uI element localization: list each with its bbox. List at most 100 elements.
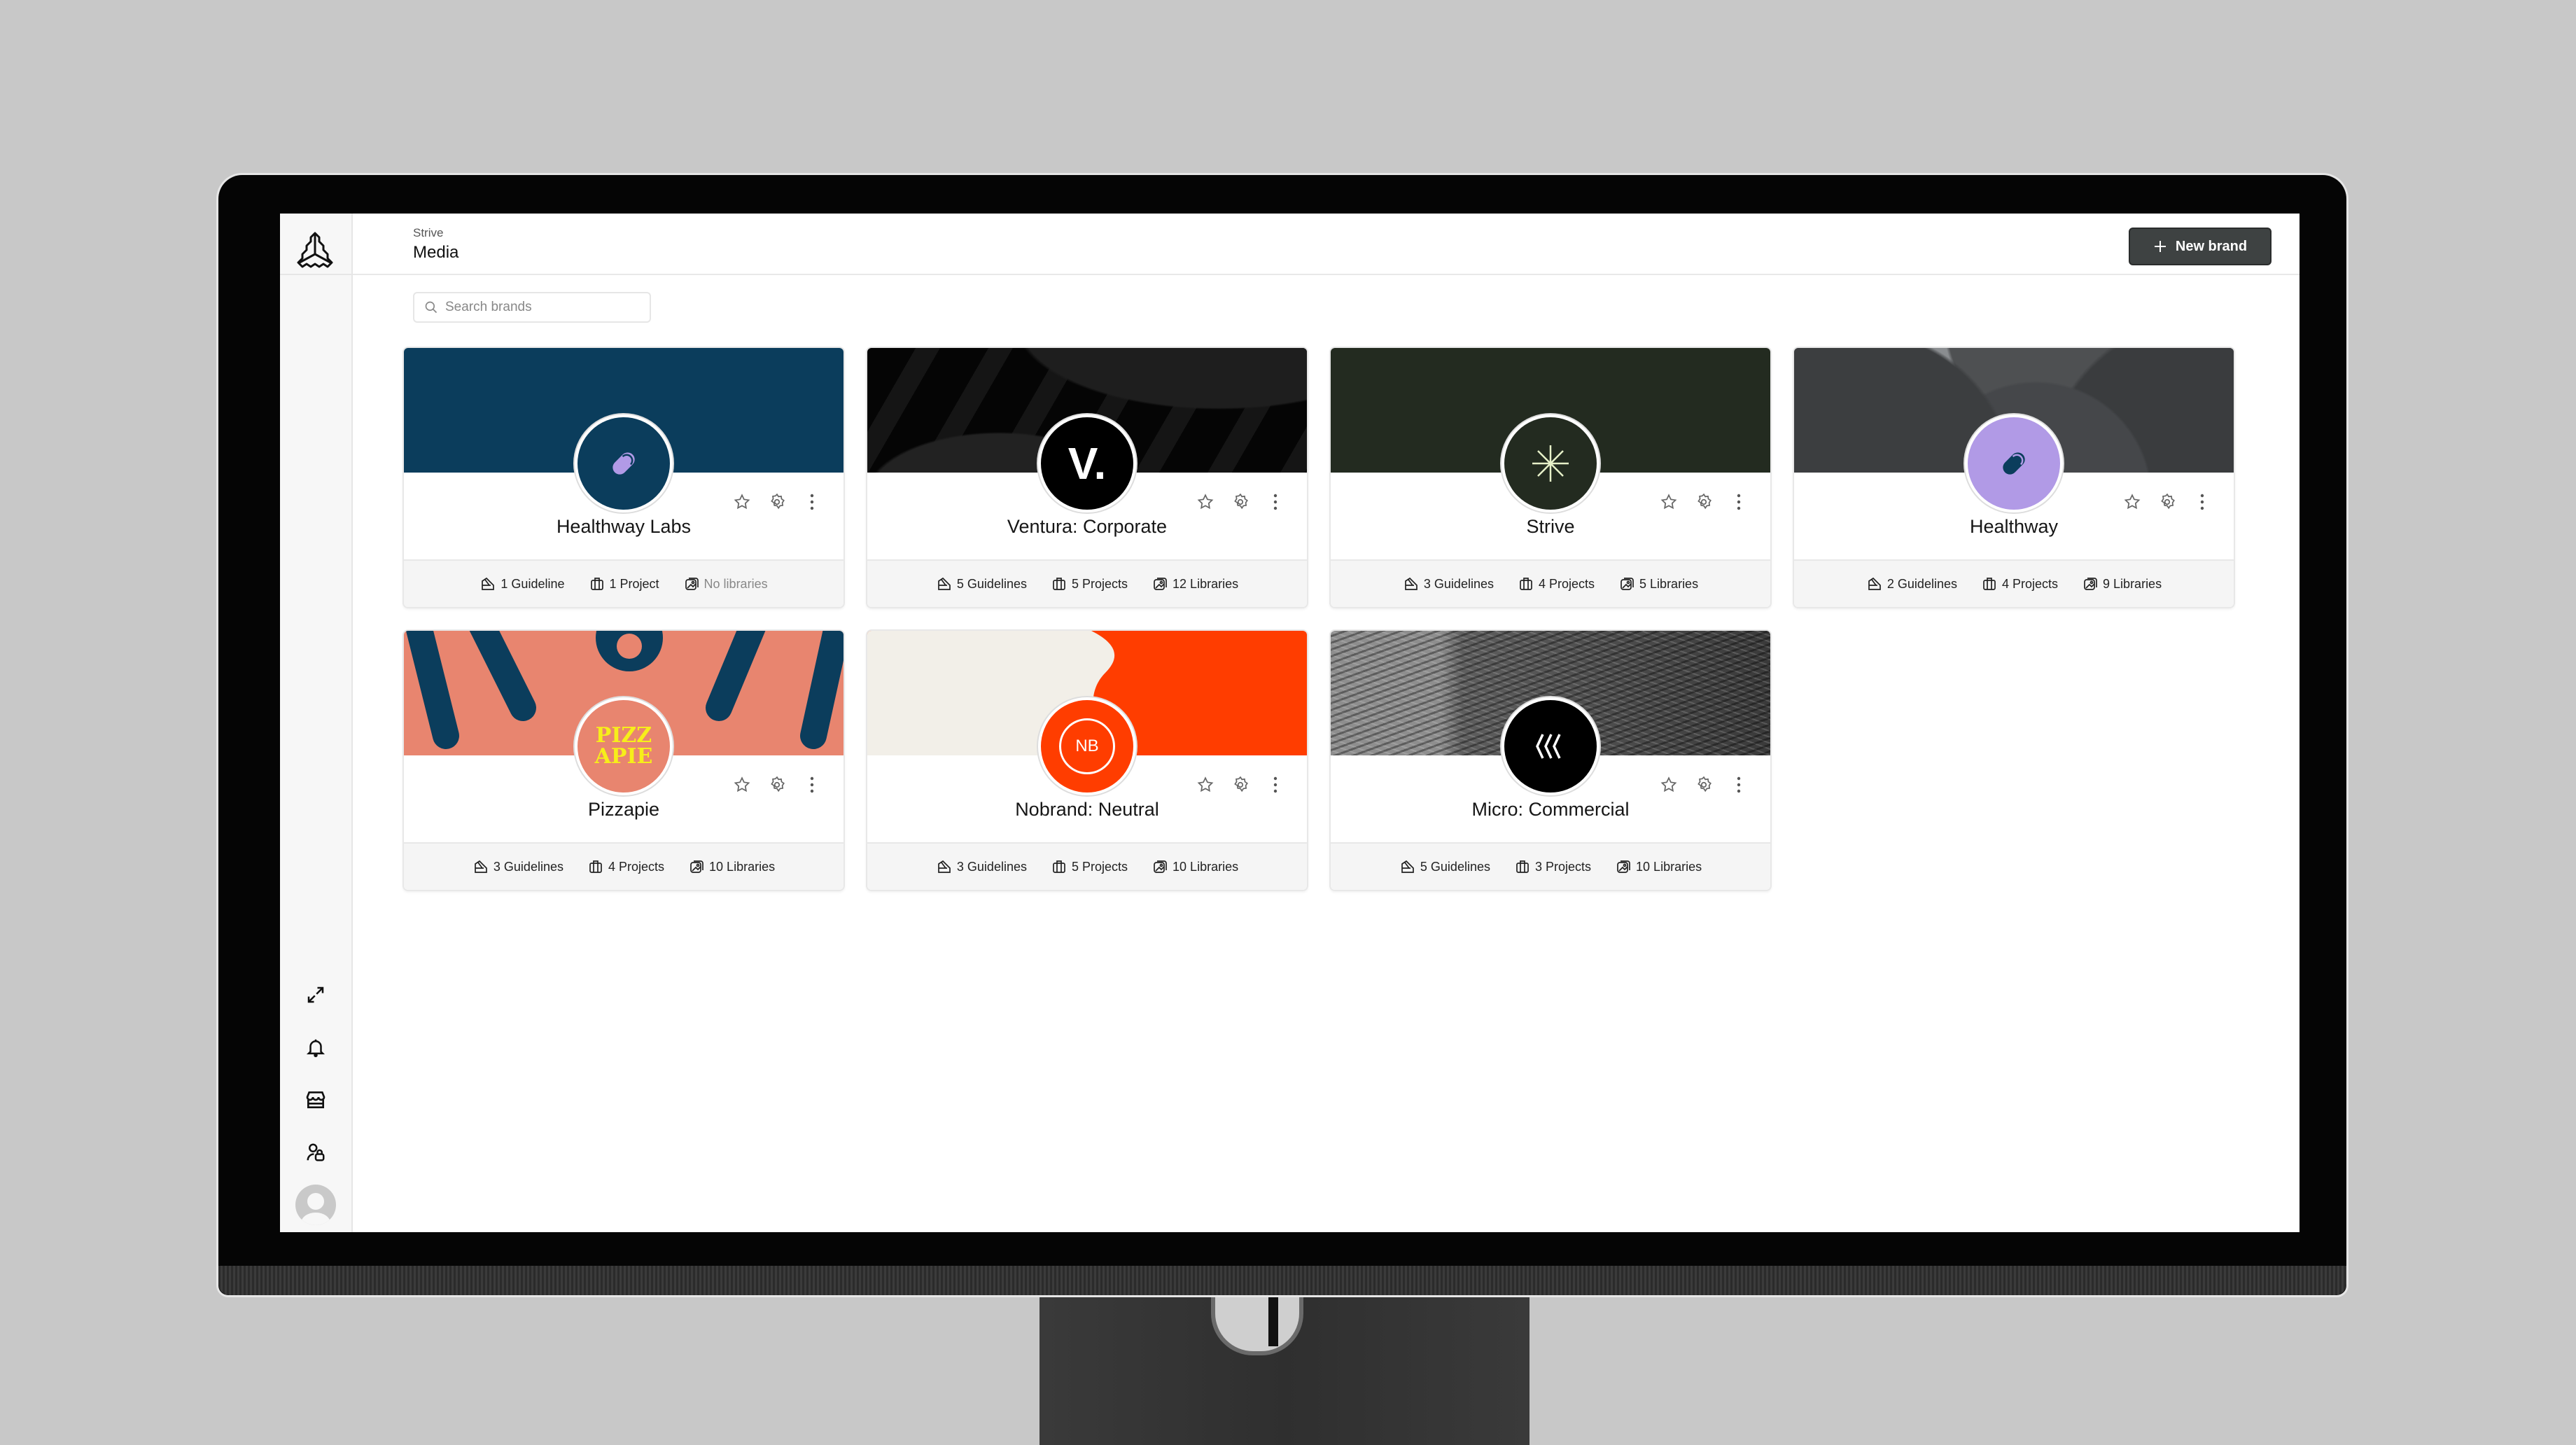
projects-count[interactable]: 5 Projects: [1051, 575, 1128, 592]
search-input[interactable]: [444, 299, 636, 316]
more-options-button[interactable]: [1728, 774, 1749, 795]
briefcase-icon: [1516, 860, 1529, 873]
projects-count[interactable]: 1 Project: [589, 575, 659, 592]
briefcase-icon: [1983, 578, 1996, 590]
projects-count[interactable]: 5 Projects: [1051, 858, 1128, 875]
new-brand-button[interactable]: New brand: [2129, 228, 2272, 265]
new-brand-label: New brand: [2175, 238, 2248, 254]
brand-logo: PIZZ APIE: [575, 697, 673, 795]
guidelines-count[interactable]: 3 Guidelines: [936, 858, 1027, 875]
more-options-button[interactable]: [1265, 491, 1286, 512]
library-icon: [1154, 578, 1167, 590]
more-options-button[interactable]: [802, 491, 822, 512]
header: Strive Media New brand: [353, 214, 2300, 275]
brand-card-healthway-labs[interactable]: Healthway Labs 1 Guideline 1 Project No …: [402, 347, 845, 608]
guidelines-label: 3 Guidelines: [493, 859, 564, 874]
libraries-count[interactable]: 10 Libraries: [688, 858, 775, 875]
guideline-icon: [1401, 860, 1414, 873]
breadcrumb[interactable]: Strive: [413, 226, 443, 240]
access-button[interactable]: [280, 1126, 351, 1178]
notifications-button[interactable]: [280, 1021, 351, 1073]
favorite-button[interactable]: [1195, 774, 1216, 795]
gear-icon: [2161, 493, 2175, 510]
brand-name[interactable]: Healthway Labs: [404, 516, 844, 538]
bell-icon: [306, 1039, 326, 1057]
brand-card-pizzapie[interactable]: PIZZ APIE Pizzapie 3 Guidelines 4 Project…: [402, 629, 845, 891]
settings-button[interactable]: [766, 774, 788, 795]
settings-button[interactable]: [1230, 491, 1251, 512]
more-options-button[interactable]: [1265, 774, 1286, 795]
favorite-button[interactable]: [1658, 774, 1679, 795]
brand-stats: 3 Guidelines 4 Projects 10 Libraries: [404, 842, 844, 890]
projects-count[interactable]: 4 Projects: [1518, 575, 1595, 592]
favorite-button[interactable]: [732, 491, 752, 512]
expand-button[interactable]: [280, 968, 351, 1021]
brand-name[interactable]: Pizzapie: [404, 799, 844, 821]
favorite-button[interactable]: [1658, 491, 1679, 512]
settings-button[interactable]: [1230, 774, 1251, 795]
briefcase-icon: [1520, 578, 1532, 590]
brand-name[interactable]: Ventura: Corporate: [867, 516, 1307, 538]
more-vertical-icon: [1737, 494, 1741, 510]
gear-icon: [1698, 776, 1712, 793]
projects-count[interactable]: 3 Projects: [1514, 858, 1591, 875]
store-button[interactable]: [280, 1073, 351, 1126]
guidelines-count[interactable]: 3 Guidelines: [1403, 575, 1494, 592]
search-box[interactable]: [413, 292, 651, 323]
star-icon: [1660, 776, 1677, 793]
guidelines-count[interactable]: 3 Guidelines: [472, 858, 564, 875]
guidelines-count[interactable]: 5 Guidelines: [1399, 858, 1490, 875]
star-icon: [734, 494, 750, 510]
gear-icon: [1234, 493, 1248, 510]
favorite-button[interactable]: [732, 774, 752, 795]
favorite-button[interactable]: [1195, 491, 1216, 512]
settings-button[interactable]: [1693, 774, 1714, 795]
more-options-button[interactable]: [2192, 491, 2213, 512]
brand-name[interactable]: Strive: [1331, 516, 1770, 538]
guideline-icon: [938, 577, 951, 590]
brand-name[interactable]: Micro: Commercial: [1331, 799, 1770, 821]
guidelines-count[interactable]: 2 Guidelines: [1866, 575, 1957, 592]
account-button[interactable]: [280, 1178, 351, 1231]
guideline-icon: [482, 577, 495, 590]
favorite-button[interactable]: [2122, 491, 2143, 512]
guidelines-count[interactable]: 1 Guideline: [479, 575, 565, 592]
brand-card-micro-commercial[interactable]: Micro: Commercial 5 Guidelines 3 Project…: [1329, 629, 1772, 891]
more-options-button[interactable]: [802, 774, 822, 795]
libraries-count[interactable]: 10 Libraries: [1152, 858, 1238, 875]
settings-button[interactable]: [2157, 491, 2178, 512]
libraries-count[interactable]: 10 Libraries: [1615, 858, 1702, 875]
guidelines-label: 2 Guidelines: [1886, 576, 1957, 591]
brand-name[interactable]: Healthway: [1794, 516, 2234, 538]
libraries-count[interactable]: 5 Libraries: [1618, 575, 1698, 592]
guideline-icon: [1405, 577, 1418, 590]
brand-card-nobrand-neutral[interactable]: NB Nobrand: Neutral 3 Guidelines 5 Proje…: [866, 629, 1308, 891]
settings-button[interactable]: [1693, 491, 1714, 512]
star-icon: [1197, 494, 1214, 510]
more-options-button[interactable]: [1728, 491, 1749, 512]
projects-count[interactable]: 4 Projects: [1981, 575, 2058, 592]
brand-card-strive[interactable]: Strive 3 Guidelines 4 Projects 5 Librari…: [1329, 347, 1772, 608]
library-icon: [1154, 860, 1167, 873]
brand-stats: 3 Guidelines 4 Projects 5 Libraries: [1331, 559, 1770, 607]
star-icon: [1660, 494, 1677, 510]
gear-icon: [771, 776, 785, 793]
libraries-label: 5 Libraries: [1639, 576, 1699, 591]
brand-name[interactable]: Nobrand: Neutral: [867, 799, 1307, 821]
brand-stats: 5 Guidelines 5 Projects 12 Libraries: [867, 559, 1307, 607]
guidelines-count[interactable]: 5 Guidelines: [936, 575, 1027, 592]
libraries-label: 10 Libraries: [709, 859, 776, 874]
libraries-label: 10 Libraries: [1172, 859, 1239, 874]
libraries-count[interactable]: No libraries: [683, 575, 768, 592]
settings-button[interactable]: [766, 491, 788, 512]
brand-stats: 2 Guidelines 4 Projects 9 Libraries: [1794, 559, 2234, 607]
star-icon: [734, 776, 750, 793]
libraries-count[interactable]: 9 Libraries: [2082, 575, 2162, 592]
projects-label: 5 Projects: [1071, 859, 1128, 874]
triad-logo-icon[interactable]: [293, 228, 337, 272]
brand-card-ventura-corporate[interactable]: V. Ventura: Corporate 5 Guidelines 5 Pro…: [866, 347, 1308, 608]
libraries-count[interactable]: 12 Libraries: [1152, 575, 1238, 592]
nb-logo-mark: NB: [1059, 718, 1115, 774]
projects-count[interactable]: 4 Projects: [587, 858, 664, 875]
brand-card-healthway[interactable]: Healthway 2 Guidelines 4 Projects 9 Libr…: [1793, 347, 2235, 608]
